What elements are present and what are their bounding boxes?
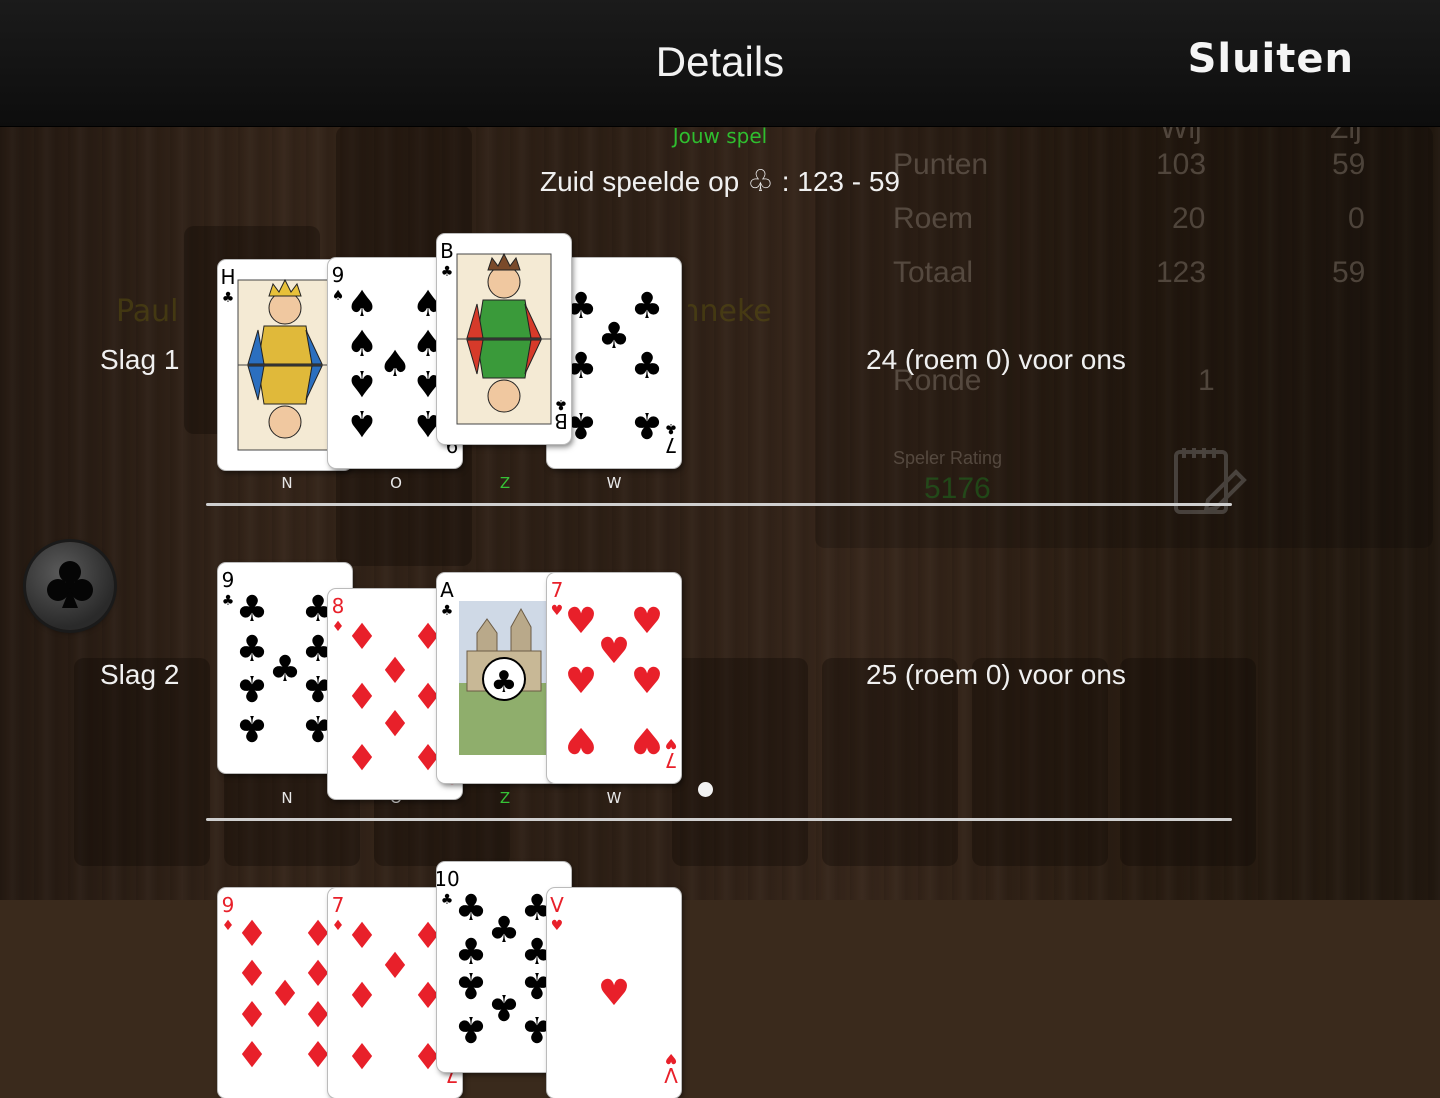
- game-summary: Zuid speelde op ♧ : 123 - 59: [0, 164, 1440, 199]
- card-suit-index: ♥: [551, 603, 564, 619]
- page-indicator-dot[interactable]: [698, 782, 713, 797]
- clubs-pip: ♣: [455, 1008, 487, 1049]
- clubs-pip: ♣: [269, 649, 301, 690]
- diamonds-pip: ♦: [379, 651, 411, 692]
- hearts-pip: ♥: [565, 661, 597, 702]
- summary-prefix: Zuid speelde op: [539, 166, 740, 197]
- trump-suit-button[interactable]: [26, 542, 114, 630]
- details-header-bar: Details Sluiten: [0, 0, 1440, 127]
- close-button[interactable]: Sluiten: [1188, 36, 1354, 82]
- clubs-outline-icon: ♧: [747, 165, 774, 198]
- diamonds-pip: ♦: [346, 735, 378, 776]
- card-suit-index: ♦: [222, 918, 235, 934]
- card-suit-index: ♣: [441, 603, 454, 619]
- trick-result: 25 (roem 0) voor ons: [866, 659, 1126, 690]
- spades-pip: ♠: [346, 284, 378, 325]
- diamonds-pip: ♦: [236, 992, 268, 1033]
- card-rank-index: V: [550, 893, 564, 917]
- trick-label: Slag 2: [100, 659, 180, 690]
- card-suit-index: ♣: [441, 892, 454, 908]
- spades-pip: ♠: [346, 402, 378, 443]
- card-rank-index: 9: [222, 893, 235, 917]
- card-suit-index: ♦: [332, 619, 345, 635]
- hearts-pip: ♥: [631, 601, 663, 642]
- jack-portrait-illustration: [456, 252, 552, 425]
- seat-label: W: [606, 474, 622, 492]
- clubs-center-icon: ♣: [491, 665, 518, 700]
- clubs-pip: ♣: [488, 910, 520, 951]
- spades-pip: ♠: [346, 362, 378, 403]
- clubs-pip: ♣: [236, 667, 268, 708]
- diamonds-pip: ♦: [236, 914, 268, 955]
- clubs-pip: ♣: [631, 346, 663, 387]
- card-suit-index: ♠: [332, 288, 345, 304]
- card-rank-index: H: [220, 265, 235, 289]
- hearts-pip: ♥: [565, 601, 597, 642]
- trick-divider: [206, 503, 1232, 506]
- summary-score: : 123 - 59: [781, 166, 901, 197]
- card-suit-index: ♣: [441, 264, 454, 280]
- card-rank-index: 7: [332, 893, 345, 917]
- trick-label: Slag 1: [100, 344, 180, 375]
- diamonds-pip: ♦: [269, 974, 301, 1015]
- diamonds-pip: ♦: [236, 1032, 268, 1073]
- seat-label: N: [281, 789, 293, 807]
- spades-pip: ♠: [346, 324, 378, 365]
- card-suit-index: ♣: [665, 420, 678, 436]
- diamonds-pip: ♦: [379, 701, 411, 742]
- clubs-pip: ♣: [455, 888, 487, 929]
- spades-pip: ♠: [379, 344, 411, 385]
- clubs-icon: [47, 561, 93, 608]
- seat-label: Z: [499, 474, 511, 492]
- card-rank-index: 8: [332, 594, 345, 618]
- clubs-pip: ♣: [631, 286, 663, 327]
- card-suit-index: ♥: [665, 1050, 678, 1066]
- diamonds-pip: ♦: [236, 954, 268, 995]
- trick-divider: [206, 818, 1232, 821]
- hearts-pip: ♥: [565, 719, 597, 760]
- seat-label: W: [606, 789, 622, 807]
- hearts-pip: ♥: [631, 661, 663, 702]
- clubs-pip: ♣: [236, 629, 268, 670]
- diamonds-pip: ♦: [346, 617, 378, 658]
- card-rank-index: 7: [551, 578, 564, 602]
- clubs-pip: ♣: [598, 316, 630, 357]
- card-suit-index: ♣: [222, 290, 235, 306]
- seat-label: O: [390, 474, 402, 492]
- diamonds-pip: ♦: [379, 946, 411, 987]
- clubs-pip: ♣: [631, 404, 663, 445]
- card-suit-index: ♥: [551, 918, 564, 934]
- clubs-pip: ♣: [488, 986, 520, 1027]
- trick-result: 24 (roem 0) voor ons: [866, 344, 1126, 375]
- clubs-pip: ♣: [236, 589, 268, 630]
- diamonds-pip: ♦: [346, 916, 378, 957]
- card-suit-index: ♥: [665, 735, 678, 751]
- hearts-pip: ♥: [631, 719, 663, 760]
- hearts-pip: ♥: [598, 631, 630, 672]
- seat-label: N: [281, 474, 293, 492]
- diamonds-pip: ♦: [346, 1034, 378, 1075]
- card-rank-index: A: [440, 578, 454, 602]
- clubs-pip: ♣: [236, 707, 268, 748]
- game-mode-label: Jouw spel: [672, 124, 768, 148]
- hearts-card-face: V♥V♥♥: [550, 893, 678, 1087]
- card-suit-index: ♦: [332, 918, 345, 934]
- clubs-card-face: B♣B♣: [440, 239, 568, 433]
- king-portrait-illustration: [237, 278, 333, 451]
- clubs-pip: ♣: [455, 964, 487, 1005]
- diamonds-pip: ♦: [346, 677, 378, 718]
- playing-card-w: V ♥ V ♥ ♥: [547, 888, 681, 1098]
- card-suit-index: ♣: [222, 593, 235, 609]
- card-suit-index: ♣: [555, 396, 568, 412]
- playing-card-w: 7 ♥ 7 ♥ ♥ ♥ ♥ ♥ ♥ ♥ ♥: [547, 573, 681, 783]
- diamonds-pip: ♦: [346, 976, 378, 1017]
- hearts-pip: ♥: [598, 973, 630, 1014]
- card-rank-index: B: [440, 239, 454, 263]
- playing-card-z: B ♣ B ♣: [437, 234, 571, 444]
- seat-label: Z: [499, 789, 511, 807]
- hearts-card-face: 7♥7♥♥ ♥♥♥ ♥♥ ♥: [551, 578, 678, 772]
- card-rank-index: 9: [332, 263, 345, 287]
- card-rank-index: 9: [222, 568, 235, 592]
